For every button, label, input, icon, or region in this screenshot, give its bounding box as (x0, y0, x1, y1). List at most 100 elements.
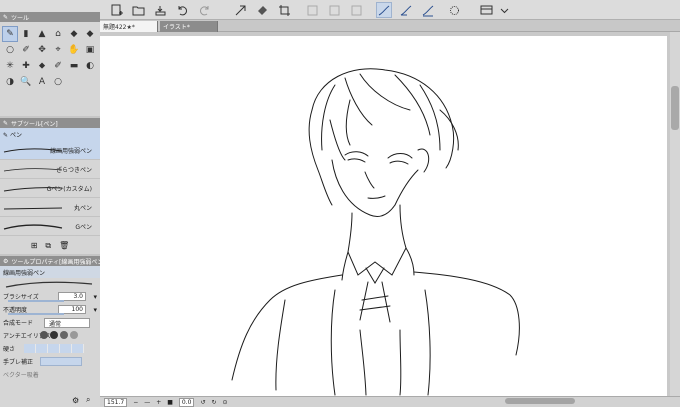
blend-mode-select[interactable]: 通常 (44, 317, 90, 328)
tool-button-19[interactable]: ◑ (2, 74, 18, 90)
subtool-item[interactable]: 効果線用 (0, 236, 100, 239)
document-tabs: 無題422★* イラスト* (100, 20, 680, 32)
copy-subtool-icon[interactable]: ⧉ (45, 241, 51, 251)
subtool-group[interactable]: ✎ ペン (0, 128, 100, 141)
stabilize-icon-1[interactable] (376, 2, 392, 18)
redo-icon[interactable] (196, 2, 212, 18)
subtool-item[interactable]: 線画用強弱ペン (0, 141, 100, 160)
brush-size-dropdown-icon[interactable]: ▾ (93, 293, 97, 301)
tool-button-5[interactable]: ◆ (66, 26, 82, 42)
drawing-canvas[interactable] (100, 36, 667, 396)
tool-button-9[interactable]: ✥ (34, 42, 50, 58)
opacity-dropdown-icon[interactable]: ▾ (93, 306, 97, 314)
tab-label: イラスト* (163, 24, 190, 31)
zoom-out-icon[interactable]: − (133, 399, 138, 406)
antialias-weak-icon[interactable] (50, 330, 58, 339)
tool-button-6[interactable]: ◆ (82, 26, 98, 42)
antialias-options[interactable] (40, 330, 80, 341)
crop-icon[interactable] (276, 2, 292, 18)
brush-size-slider[interactable] (8, 300, 64, 302)
stroke-preview-icon (3, 207, 63, 210)
sun-icon[interactable] (446, 2, 462, 18)
tool-button-7[interactable]: ○ (2, 42, 18, 58)
tool-button-2[interactable]: ▮ (18, 26, 34, 42)
status-bar: 151.7 − — + ■ 0.0 ↺ ↻ ⊙ (100, 396, 680, 407)
tool-button-4[interactable]: ⌂ (50, 26, 66, 42)
tool-button-20[interactable]: 🔍 (18, 74, 34, 90)
horizontal-scroll-thumb[interactable] (505, 398, 575, 404)
tab-label: 無題422★* (103, 24, 135, 31)
tool-button-22[interactable]: ○ (50, 74, 66, 90)
zoom-field[interactable]: 151.7 (104, 397, 128, 407)
tool-panel-title: ツール (11, 14, 30, 22)
rotation-field[interactable]: 0.0 (178, 397, 195, 407)
stabilization-row[interactable]: 手ブレ補正 (0, 355, 100, 368)
undo-icon[interactable] (174, 2, 190, 18)
subtool-item[interactable]: ざらつきペン (0, 160, 100, 179)
search-icon[interactable]: ⌕ (86, 395, 90, 405)
tool-button-21[interactable]: A (34, 74, 50, 90)
opacity-slider[interactable] (8, 313, 64, 315)
tool-button-1[interactable]: ✎ (2, 26, 18, 42)
property-panel-title: ツールプロパティ[線画用強弱ペン] (11, 258, 100, 266)
tool-panel: ✎ ツール ✎ ▮ ▲ ⌂ ◆ ◆ ○ ✐ ✥ ⌖ ✋ ▣ ✳ ✚ ⬥ ✐ ▬ ◐ ◑ 🔍 A ○ (0, 12, 100, 116)
delete-subtool-icon[interactable]: 🗑 (59, 241, 69, 250)
fit-icon[interactable]: ■ (167, 399, 173, 406)
zoom-slider-icon[interactable]: — (144, 399, 150, 406)
tab-document-2[interactable]: イラスト* (160, 21, 218, 32)
reset-rotation-icon[interactable]: ⊙ (223, 399, 228, 406)
antialias-none-icon[interactable] (40, 330, 48, 339)
pen-icon: ✎ (3, 13, 9, 21)
new-icon[interactable] (108, 2, 124, 18)
tool-button-8[interactable]: ✐ (18, 42, 34, 58)
zoom-in-icon[interactable]: + (156, 399, 161, 406)
subtool-item[interactable]: 丸ペン (0, 198, 100, 217)
tool-button-16[interactable]: ✐ (50, 58, 66, 74)
settings-icon[interactable]: ⚙ (72, 396, 79, 405)
tool-button-18[interactable]: ◐ (82, 58, 98, 74)
chevron-down-icon[interactable] (496, 2, 512, 18)
vector-snap-row[interactable]: ベクター吸着 (0, 368, 100, 381)
subtool-item-label: 線画用強弱ペン (49, 147, 92, 155)
add-subtool-icon[interactable]: ⊞ (31, 241, 38, 250)
save-icon[interactable] (152, 2, 168, 18)
tool-button-14[interactable]: ✚ (18, 58, 34, 74)
stabilization-label: 手ブレ補正 (3, 359, 34, 366)
main-toolbar (0, 0, 680, 20)
canvas-icon[interactable] (478, 2, 494, 18)
stabilize-icon-2[interactable] (398, 2, 414, 18)
antialias-mid-icon[interactable] (60, 330, 68, 339)
subtool-item[interactable]: Gペン (0, 217, 100, 236)
stabilization-slider[interactable] (40, 357, 82, 366)
tool-button-10[interactable]: ⌖ (50, 42, 66, 58)
tool-button-3[interactable]: ▲ (34, 26, 50, 42)
opacity-row[interactable]: 不透明度 100 ▾ (0, 303, 100, 316)
preset-label: 線画用強弱ペン (0, 266, 100, 278)
tool-button-12[interactable]: ▣ (82, 42, 98, 58)
tool-button-15[interactable]: ⬥ (34, 58, 50, 74)
antialias-strong-icon[interactable] (70, 330, 78, 339)
tool-button-13[interactable]: ✳ (2, 58, 18, 74)
stroke-preview (0, 278, 100, 290)
blend-mode-row[interactable]: 合成モード 通常 (0, 316, 100, 329)
tab-document-1[interactable]: 無題422★* (100, 21, 158, 32)
tool-button-11[interactable]: ✋ (66, 42, 82, 58)
subtool-panel-header: ✎ サブツール[ペン] (0, 118, 100, 128)
property-panel-header: ⚙ ツールプロパティ[線画用強弱ペン] (0, 256, 100, 266)
rotate-right-icon[interactable]: ↻ (212, 399, 217, 406)
hardness-row[interactable]: 硬さ (0, 342, 100, 355)
antialias-row[interactable]: アンチエイリアス (0, 329, 100, 342)
brush-size-row[interactable]: ブラシサイズ 3.0 ▾ (0, 290, 100, 303)
tool-button-17[interactable]: ▬ (66, 58, 82, 74)
hardness-steps[interactable] (24, 344, 84, 353)
vertical-scroll-thumb[interactable] (671, 86, 679, 130)
pen-group-icon: ✎ (3, 132, 10, 139)
disabled-icon-2 (326, 2, 342, 18)
stabilize-icon-3[interactable] (420, 2, 436, 18)
transform-icon[interactable] (232, 2, 248, 18)
subtool-item[interactable]: Gペン(カスタム) (0, 179, 100, 198)
fill-icon[interactable] (254, 2, 270, 18)
subtool-item-label: Gペン (75, 223, 92, 231)
rotate-left-icon[interactable]: ↺ (200, 399, 205, 406)
open-icon[interactable] (130, 2, 146, 18)
